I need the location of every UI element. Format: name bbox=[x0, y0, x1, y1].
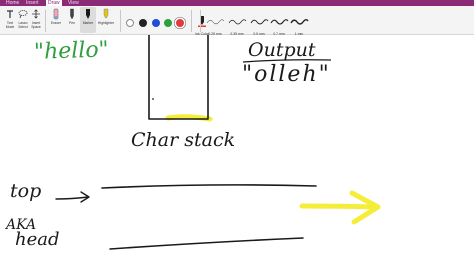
marker-label: Marker bbox=[82, 21, 94, 25]
eraser-icon bbox=[48, 7, 64, 21]
pointer-arrow bbox=[55, 191, 90, 203]
olleh-annotation: "olleh" bbox=[242, 62, 331, 87]
top-label: top bbox=[10, 180, 41, 202]
pen-button[interactable]: Pen bbox=[64, 7, 80, 33]
output-label: Output bbox=[248, 39, 316, 61]
color-swatch-white[interactable] bbox=[126, 19, 134, 27]
insert-space-icon bbox=[28, 7, 44, 21]
drawing-canvas[interactable]: "hello" Output "olleh" Char stack top AK… bbox=[0, 35, 474, 266]
highlighter-icon bbox=[98, 7, 114, 21]
highlight-arrow bbox=[299, 190, 381, 225]
stroke-size-4[interactable]: 1 mm bbox=[288, 14, 310, 36]
ribbon-divider bbox=[200, 10, 201, 32]
stroke-size-3[interactable]: 0.7 mm bbox=[268, 14, 290, 36]
char-stack-label: Char stack bbox=[131, 129, 235, 151]
ribbon-divider bbox=[45, 10, 46, 32]
lasso-select-label: Lasso Select bbox=[18, 21, 28, 29]
head-label: head bbox=[15, 229, 60, 250]
stroke-size-1[interactable]: 0.35 mm bbox=[226, 14, 248, 36]
color-swatch-red[interactable] bbox=[176, 19, 184, 27]
squiggle-icon bbox=[228, 19, 247, 25]
insert-space-button[interactable]: Insert Space bbox=[28, 7, 44, 33]
text-mode-label: Text Mode bbox=[5, 21, 15, 29]
draw-ribbon: Text Mode Lasso Select Insert Space Eras… bbox=[0, 6, 474, 36]
pen-icon bbox=[64, 7, 80, 21]
squiggle-icon bbox=[290, 19, 309, 25]
hello-annotation: "hello" bbox=[34, 37, 110, 65]
ribbon-divider bbox=[120, 10, 121, 32]
color-swatch-black[interactable] bbox=[139, 19, 147, 27]
marker-button[interactable]: Marker bbox=[80, 7, 96, 33]
list-bottom-line bbox=[109, 237, 304, 250]
stroke-size-2[interactable]: 0.5 mm bbox=[248, 14, 270, 36]
color-swatch-green[interactable] bbox=[164, 19, 172, 27]
squiggle-icon bbox=[270, 19, 289, 25]
insert-space-label: Insert Space bbox=[31, 21, 41, 29]
highlighter-button[interactable]: Highlighter bbox=[96, 7, 116, 33]
list-top-line bbox=[101, 184, 317, 189]
eraser-label: Eraser bbox=[51, 21, 61, 25]
highlighter-label: Highlighter bbox=[97, 21, 115, 25]
stroke-size-0[interactable]: 0.25 mm bbox=[204, 14, 226, 36]
eraser-button[interactable]: Eraser bbox=[48, 7, 64, 33]
pen-label: Pen bbox=[68, 21, 76, 25]
ribbon-divider bbox=[191, 10, 192, 32]
marker-icon bbox=[80, 7, 96, 21]
stack-dot bbox=[152, 98, 154, 100]
color-swatch-blue[interactable] bbox=[152, 19, 160, 27]
stack-outline bbox=[148, 35, 209, 120]
squiggle-icon bbox=[250, 19, 269, 25]
squiggle-icon bbox=[206, 19, 225, 25]
